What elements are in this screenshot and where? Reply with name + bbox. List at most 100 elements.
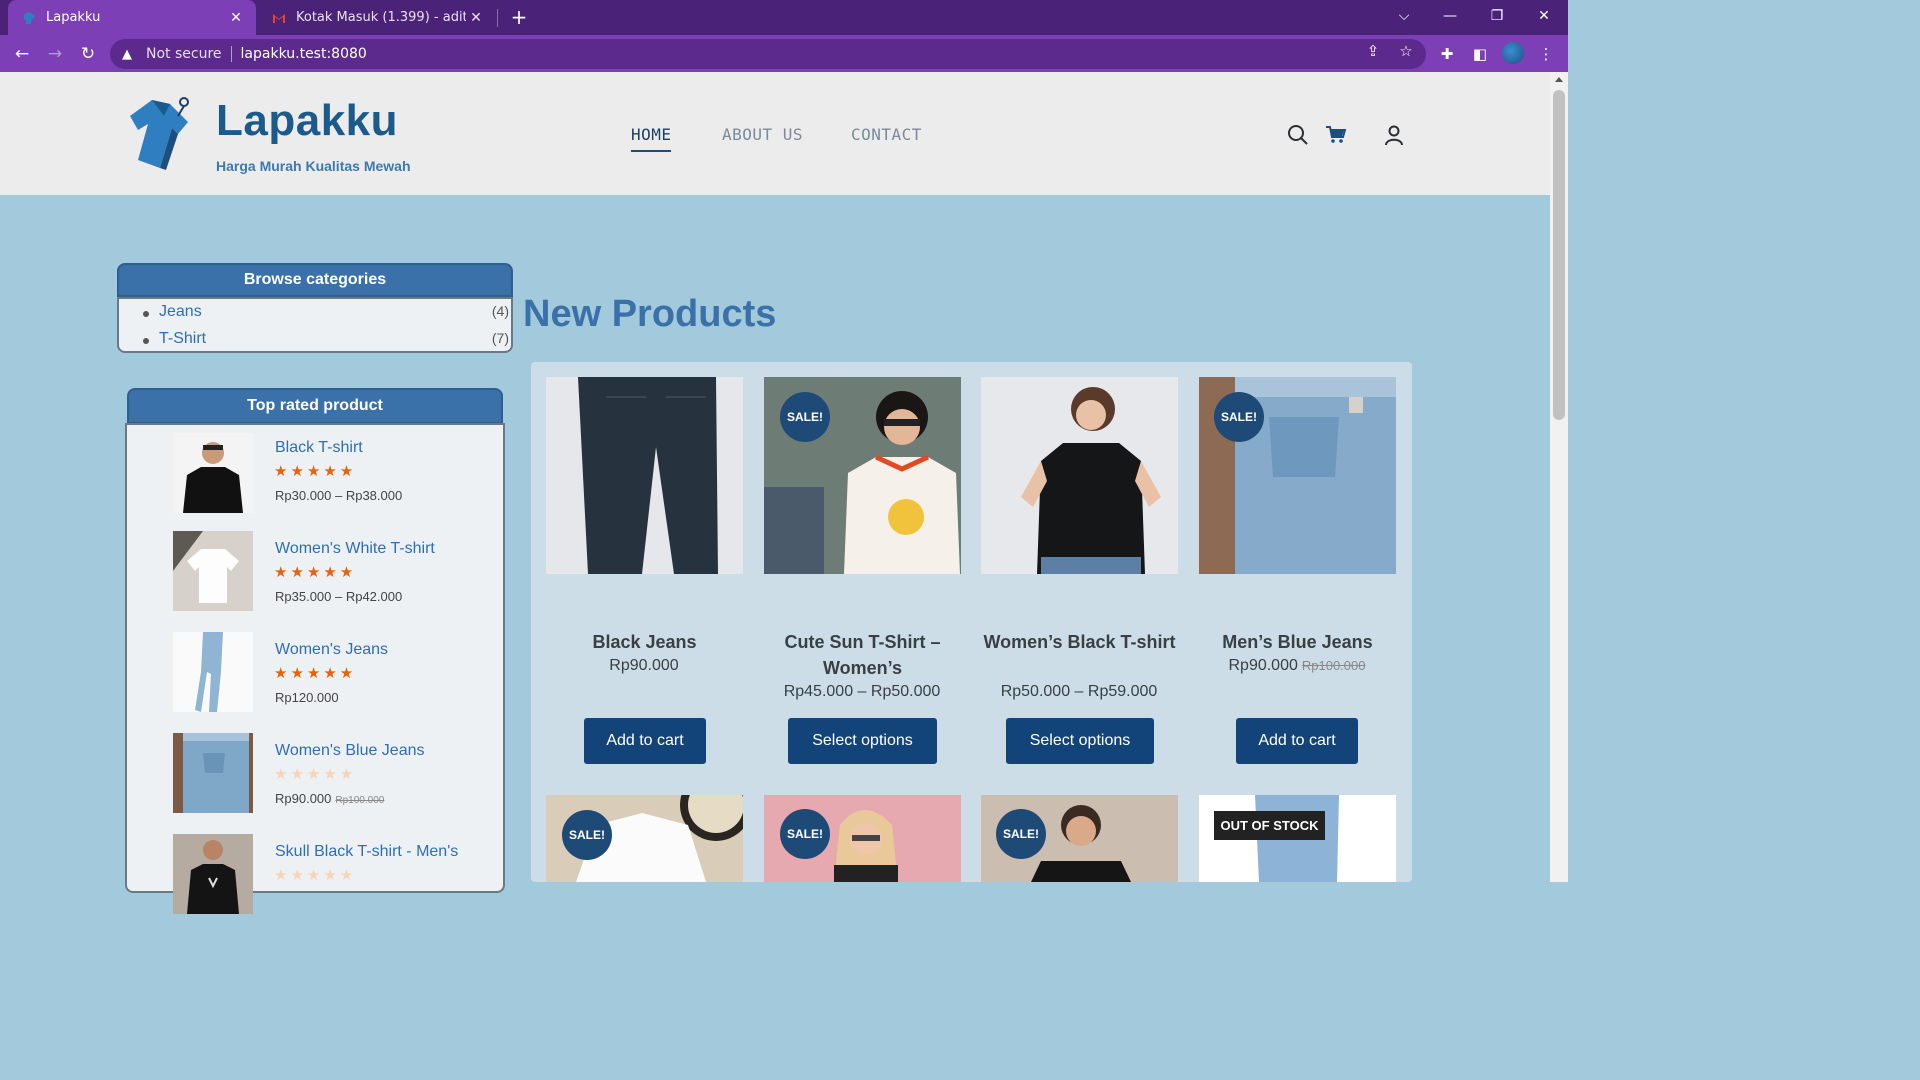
product-image[interactable]: SALE! xyxy=(546,795,743,882)
bookmark-star-icon[interactable]: ☆ xyxy=(1396,41,1416,61)
top-rated-heading: Top rated product xyxy=(127,388,503,424)
forward-arrow-icon[interactable]: → xyxy=(43,42,67,66)
add-to-cart-button[interactable]: Add to cart xyxy=(584,718,706,764)
warning-icon: ▲ xyxy=(122,46,132,62)
address-divider xyxy=(230,46,232,62)
browse-categories-heading: Browse categories xyxy=(117,263,513,297)
rating-stars: ★★★★★ xyxy=(274,563,357,581)
top-rated-product-name[interactable]: Skull Black T-shirt - Men's xyxy=(275,843,458,861)
product-price: Rp45.000 – Rp50.000 xyxy=(783,683,941,700)
product-thumbnail[interactable] xyxy=(173,531,253,611)
tab-search-chevron-icon[interactable]: ⌵ xyxy=(1381,0,1427,32)
product-thumbnail[interactable] xyxy=(173,733,253,813)
nav-contact[interactable]: CONTACT xyxy=(851,125,922,144)
tab-lapakku[interactable]: Lapakku ✕ xyxy=(8,0,256,35)
side-panel-icon[interactable]: ◧ xyxy=(1469,43,1491,65)
top-rated-product-name[interactable]: Women's White T-shirt xyxy=(275,540,435,558)
price-current: Rp90.000 xyxy=(275,791,332,806)
nav-home[interactable]: HOME xyxy=(631,125,672,144)
address-bar[interactable]: ▲ Not secure lapakku.test:8080 xyxy=(110,39,1426,69)
product-price: Rp90.000 xyxy=(609,657,679,674)
bullet xyxy=(143,311,149,317)
product-image[interactable]: SALE! xyxy=(981,795,1178,882)
new-tab-button[interactable]: + xyxy=(508,6,530,28)
share-icon[interactable]: ⇪ xyxy=(1363,41,1383,61)
product-thumbnail[interactable] xyxy=(173,632,253,712)
rating-stars: ★★★★★ xyxy=(274,462,357,480)
top-rated-price: Rp35.000 – Rp42.000 xyxy=(275,589,403,604)
top-rated-price: Rp120.000 xyxy=(275,690,339,705)
product-image[interactable]: SALE! xyxy=(764,377,961,574)
product-thumbnail[interactable] xyxy=(173,433,253,513)
sale-badge: SALE! xyxy=(996,809,1046,859)
close-tab-icon[interactable]: ✕ xyxy=(466,10,486,26)
not-secure-label[interactable]: Not secure xyxy=(146,46,222,62)
gmail-favicon-icon xyxy=(272,11,286,25)
product-name[interactable]: Cute Sun T-Shirt – Women’s xyxy=(764,629,961,681)
category-count: (4) xyxy=(491,303,509,319)
product-thumbnail[interactable] xyxy=(173,834,253,914)
product-name[interactable]: Black Jeans xyxy=(546,629,743,655)
top-rated-product-name[interactable]: Women's Blue Jeans xyxy=(275,742,425,760)
more-menu-icon[interactable]: ⋮ xyxy=(1535,43,1557,65)
close-window-icon[interactable]: ✕ xyxy=(1521,0,1567,32)
site-tagline: Harga Murah Kualitas Mewah xyxy=(216,158,411,174)
rating-stars: ★★★★★ xyxy=(274,866,357,884)
url-text[interactable]: lapakku.test:8080 xyxy=(241,46,367,62)
site-header: Lapakku Harga Murah Kualitas Mewah HOME … xyxy=(0,72,1550,195)
product-image[interactable] xyxy=(546,377,743,574)
top-rated-list: Black T-shirt ★★★★★ Rp30.000 – Rp38.000 … xyxy=(125,423,505,914)
reload-icon[interactable]: ↻ xyxy=(76,42,100,66)
top-rated-price: Rp30.000 – Rp38.000 xyxy=(275,488,403,503)
lapakku-favicon-icon xyxy=(22,11,36,25)
rating-stars: ★★★★★ xyxy=(274,765,357,783)
price-current: Rp90.000 xyxy=(1228,657,1298,674)
top-rated-price: Rp90.000 Rp100.000 xyxy=(275,791,384,806)
user-account-icon[interactable] xyxy=(1383,124,1405,146)
price-old: Rp100.000 xyxy=(335,795,385,806)
restore-icon[interactable]: ❐ xyxy=(1474,0,1520,32)
out-of-stock-badge: OUT OF STOCK xyxy=(1214,811,1325,840)
select-options-button[interactable]: Select options xyxy=(788,718,937,764)
search-icon[interactable] xyxy=(1287,124,1309,146)
sale-badge: SALE! xyxy=(780,392,830,442)
nav-active-underline xyxy=(631,150,671,152)
tshirt-tag-logo-icon[interactable] xyxy=(118,94,198,172)
sale-badge: SALE! xyxy=(562,810,612,860)
category-count: (7) xyxy=(491,330,509,346)
close-tab-icon[interactable]: ✕ xyxy=(226,10,246,26)
tab-title: Lapakku xyxy=(46,10,101,25)
category-link-tshirt[interactable]: T-Shirt xyxy=(159,330,206,348)
product-image[interactable]: SALE! xyxy=(764,795,961,882)
browser-toolbar: ← → ↻ ▲ Not secure lapakku.test:8080 ⇪ ☆ xyxy=(0,35,1568,72)
page-scrollbar[interactable] xyxy=(1550,72,1568,882)
product-image[interactable]: SALE! xyxy=(1199,377,1396,574)
minimize-icon[interactable]: — xyxy=(1427,0,1473,32)
product-name[interactable]: Men’s Blue Jeans xyxy=(1199,629,1396,655)
tab-gmail[interactable]: Kotak Masuk (1.399) - adityadwin ✕ xyxy=(258,0,496,35)
nav-about-us[interactable]: ABOUT US xyxy=(722,125,803,144)
back-arrow-icon[interactable]: ← xyxy=(10,42,34,66)
product-price: Rp90.000 Rp100.000 xyxy=(1187,657,1407,675)
tab-divider xyxy=(497,9,498,27)
scrollbar-thumb[interactable] xyxy=(1553,90,1565,420)
top-rated-product-name[interactable]: Black T-shirt xyxy=(275,439,363,457)
cart-icon[interactable] xyxy=(1325,124,1347,146)
tab-title: Kotak Masuk (1.399) - adityadwin xyxy=(296,10,466,25)
scroll-up-arrow-icon[interactable] xyxy=(1555,77,1563,82)
profile-avatar[interactable] xyxy=(1502,42,1524,64)
categories-list: Jeans (4) T-Shirt (7) xyxy=(117,297,513,353)
add-to-cart-button[interactable]: Add to cart xyxy=(1236,718,1358,764)
category-link-jeans[interactable]: Jeans xyxy=(159,303,202,321)
product-name[interactable]: Women’s Black T-shirt xyxy=(981,629,1178,655)
bullet xyxy=(143,338,149,344)
select-options-button[interactable]: Select options xyxy=(1006,718,1154,764)
top-rated-product-name[interactable]: Women's Jeans xyxy=(275,641,388,659)
extensions-puzzle-icon[interactable]: ✚ xyxy=(1436,43,1458,65)
rating-stars: ★★★★★ xyxy=(274,664,357,682)
new-products-title: New Products xyxy=(523,293,777,335)
price-old: Rp100.000 xyxy=(1301,658,1366,673)
site-brand-name[interactable]: Lapakku xyxy=(216,96,398,146)
product-price: Rp50.000 – Rp59.000 xyxy=(1000,683,1158,700)
product-image[interactable] xyxy=(981,377,1178,574)
